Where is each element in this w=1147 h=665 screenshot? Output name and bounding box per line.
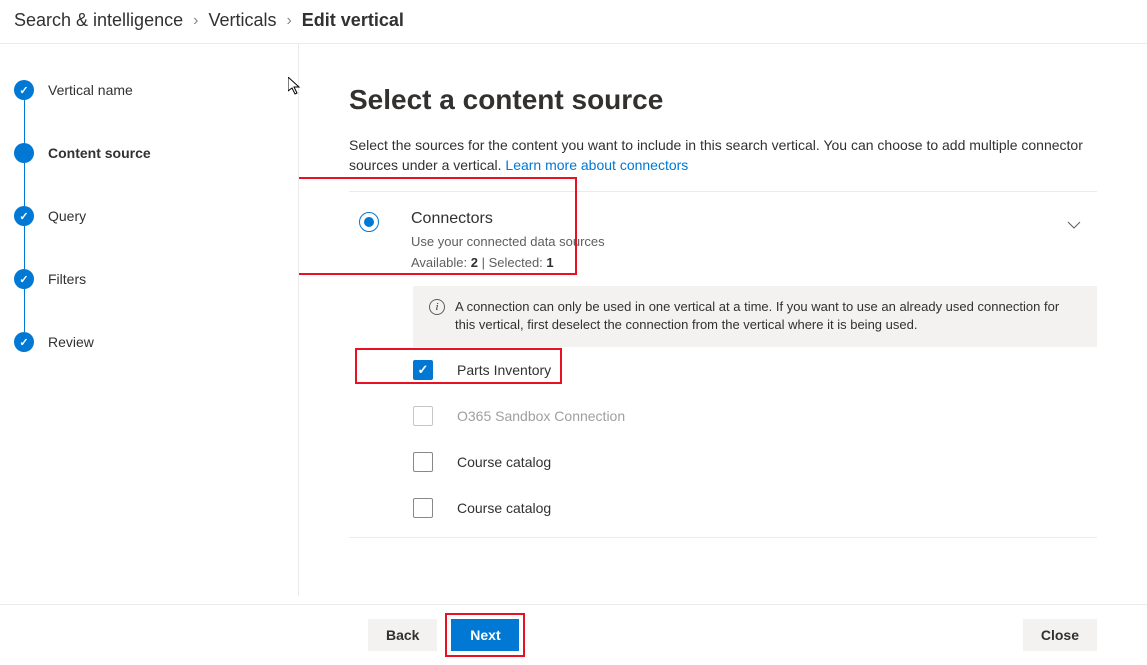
chevron-down-icon[interactable] <box>1067 218 1081 235</box>
breadcrumb-current: Edit vertical <box>302 10 404 31</box>
source-subtitle: Use your connected data sources <box>411 234 1035 249</box>
step-label: Query <box>48 208 86 224</box>
breadcrumb: Search & intelligence › Verticals › Edit… <box>0 0 1147 44</box>
step-review[interactable]: Review <box>14 332 284 352</box>
connector-list: Parts Inventory O365 Sandbox Connection … <box>413 347 1097 531</box>
source-title: Connectors <box>411 210 1035 228</box>
checkbox[interactable] <box>413 360 433 380</box>
page-title: Select a content source <box>349 84 1097 116</box>
source-meta: Available: 2 | Selected: 1 <box>411 255 1035 270</box>
desc-text: Select the sources for the content you w… <box>349 137 1083 173</box>
chevron-right-icon: › <box>193 12 198 30</box>
step-vertical-name[interactable]: Vertical name <box>14 80 284 100</box>
page-description: Select the sources for the content you w… <box>349 136 1097 175</box>
wizard-footer: Back Next Close <box>0 604 1147 665</box>
step-label: Content source <box>48 145 151 161</box>
connector-label: Course catalog <box>457 454 551 470</box>
next-button[interactable]: Next <box>451 619 519 651</box>
chevron-right-icon: › <box>286 12 291 30</box>
check-icon <box>14 80 34 100</box>
radio-connectors[interactable] <box>359 212 379 232</box>
wizard-steps: Vertical name Content source Query Filte… <box>0 44 299 596</box>
back-button[interactable]: Back <box>368 619 437 651</box>
connector-label: O365 Sandbox Connection <box>457 408 625 424</box>
breadcrumb-verticals[interactable]: Verticals <box>208 10 276 31</box>
connector-item[interactable]: Course catalog <box>413 439 1097 485</box>
connector-label: Course catalog <box>457 500 551 516</box>
close-button[interactable]: Close <box>1023 619 1097 651</box>
step-query[interactable]: Query <box>14 206 284 226</box>
connector-item[interactable]: Parts Inventory <box>413 347 1097 393</box>
info-icon: i <box>429 299 445 315</box>
info-banner: i A connection can only be used in one v… <box>413 286 1097 346</box>
connectors-source[interactable]: Connectors Use your connected data sourc… <box>349 192 1097 286</box>
main-panel: Select a content source Select the sourc… <box>299 44 1147 596</box>
checkbox[interactable] <box>413 498 433 518</box>
dot-icon <box>14 143 34 163</box>
info-text: A connection can only be used in one ver… <box>455 298 1081 334</box>
checkbox <box>413 406 433 426</box>
checkbox[interactable] <box>413 452 433 472</box>
step-label: Filters <box>48 271 86 287</box>
breadcrumb-root[interactable]: Search & intelligence <box>14 10 183 31</box>
connector-label: Parts Inventory <box>457 362 551 378</box>
check-icon <box>14 269 34 289</box>
step-label: Vertical name <box>48 82 133 98</box>
step-filters[interactable]: Filters <box>14 269 284 289</box>
connector-item[interactable]: Course catalog <box>413 485 1097 531</box>
check-icon <box>14 206 34 226</box>
connector-item: O365 Sandbox Connection <box>413 393 1097 439</box>
step-label: Review <box>48 334 94 350</box>
learn-more-link[interactable]: Learn more about connectors <box>505 157 688 173</box>
step-content-source[interactable]: Content source <box>14 143 284 163</box>
check-icon <box>14 332 34 352</box>
